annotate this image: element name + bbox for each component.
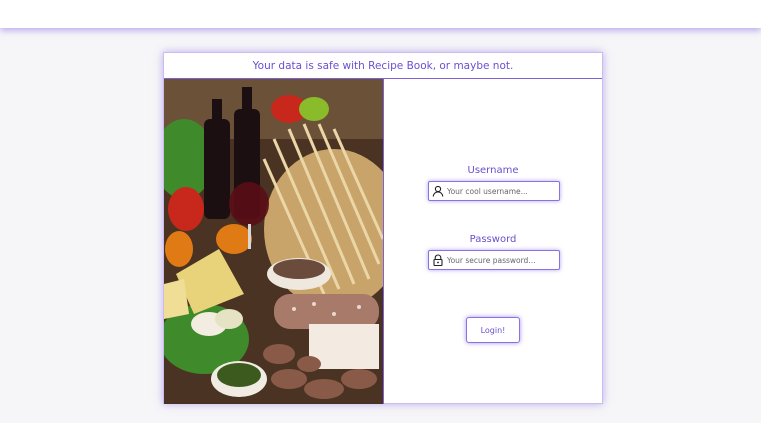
password-input[interactable]: [447, 252, 553, 268]
login-form: Username Password Login!: [384, 79, 602, 404]
password-label: Password: [469, 234, 517, 245]
food-photo-illustration: [164, 79, 383, 404]
login-card: Your data is safe with Recipe Book, or m…: [163, 52, 603, 404]
top-header-bar: [0, 0, 761, 28]
username-input[interactable]: [447, 183, 553, 199]
login-button[interactable]: Login!: [466, 317, 520, 343]
password-field[interactable]: [428, 250, 560, 270]
username-field[interactable]: [428, 181, 560, 201]
user-icon: [429, 182, 447, 200]
data-safety-banner: Your data is safe with Recipe Book, or m…: [164, 53, 602, 79]
lock-icon: [429, 251, 447, 269]
username-label: Username: [467, 165, 519, 176]
food-photo: [164, 79, 384, 404]
